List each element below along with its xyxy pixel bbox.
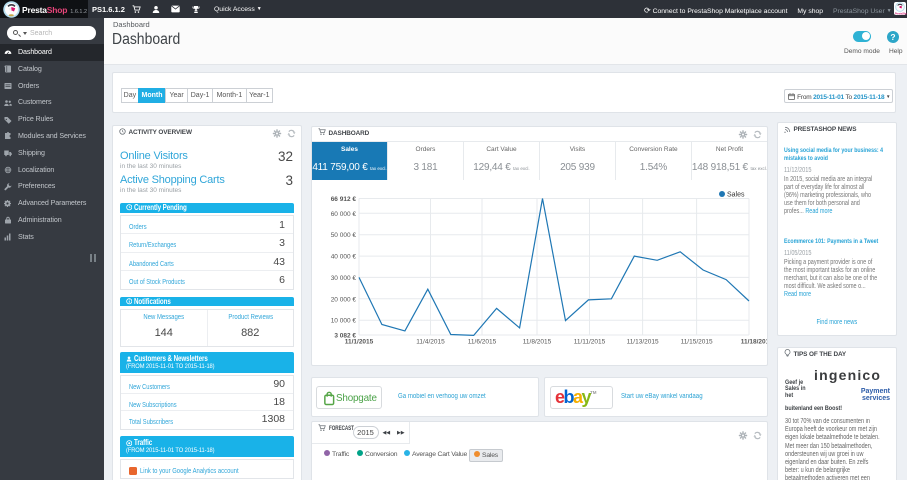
svg-text:11/13/2015: 11/13/2015 (627, 338, 659, 345)
svg-text:60 000 €: 60 000 € (331, 210, 357, 217)
svg-text:11/18/201: 11/18/201 (741, 338, 767, 345)
svg-text:11/11/2015: 11/11/2015 (574, 338, 606, 345)
svg-text:11/1/2015: 11/1/2015 (345, 338, 374, 345)
svg-text:20 000 €: 20 000 € (331, 296, 357, 303)
svg-text:11/15/2015: 11/15/2015 (681, 338, 713, 345)
svg-text:Sales: Sales (727, 191, 745, 198)
svg-text:66 912 €: 66 912 € (331, 196, 357, 203)
svg-text:11/6/2015: 11/6/2015 (468, 338, 497, 345)
svg-text:30 000 €: 30 000 € (331, 274, 357, 281)
svg-text:11/8/2015: 11/8/2015 (523, 338, 552, 345)
svg-text:11/4/2015: 11/4/2015 (416, 338, 445, 345)
svg-text:40 000 €: 40 000 € (331, 253, 357, 260)
svg-text:10 000 €: 10 000 € (331, 317, 357, 324)
svg-text:50 000 €: 50 000 € (331, 232, 357, 239)
